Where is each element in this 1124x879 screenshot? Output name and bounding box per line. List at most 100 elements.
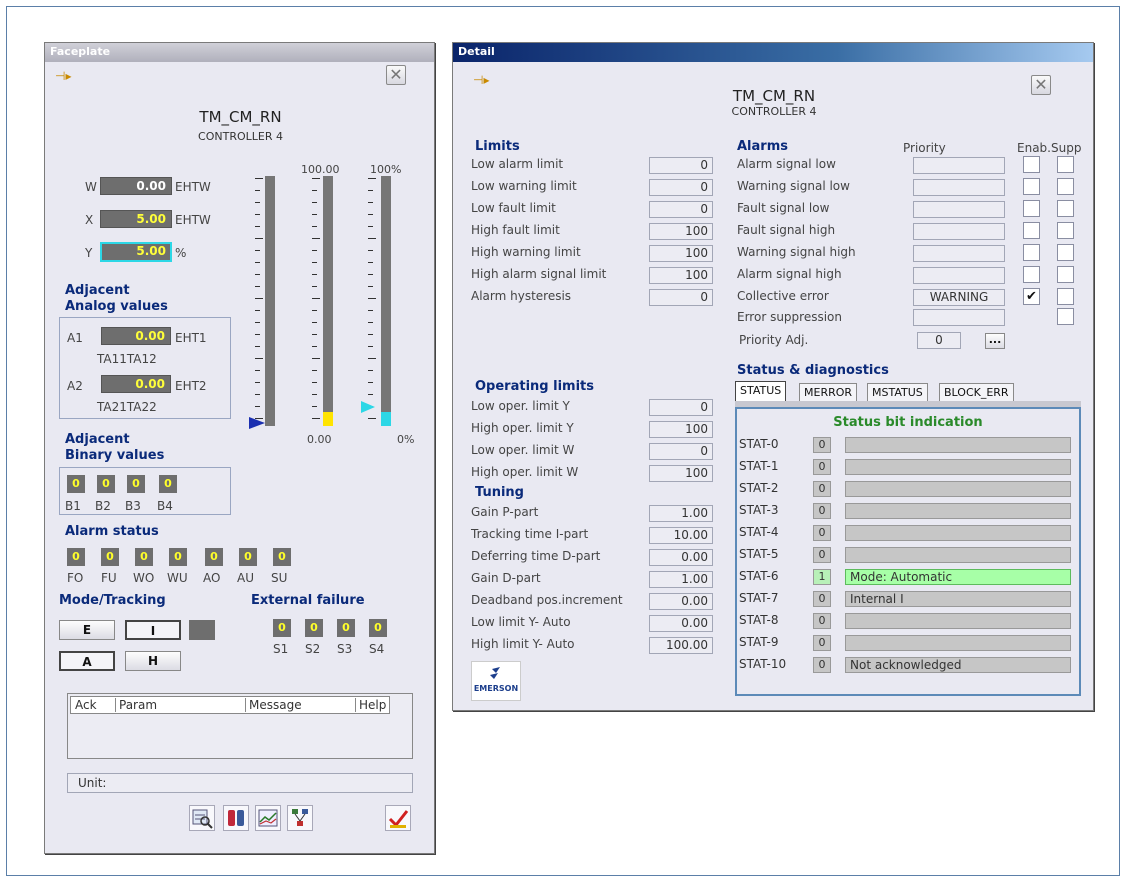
x-value[interactable]: 5.00 (100, 210, 172, 228)
alarm-bit[interactable]: 0 (205, 548, 223, 566)
limit-value[interactable]: 100 (649, 223, 713, 240)
tuning-value[interactable]: 1.00 (649, 505, 713, 522)
tuning-value[interactable]: 0.00 (649, 615, 713, 632)
col-ack[interactable]: Ack (75, 698, 97, 712)
alarm-enable-checkbox[interactable] (1023, 178, 1040, 195)
col-param[interactable]: Param (115, 698, 157, 712)
limits-title: Limits (475, 139, 520, 154)
alarm-suppress-checkbox[interactable] (1057, 178, 1074, 195)
alarm-suppress-checkbox[interactable] (1057, 156, 1074, 173)
cylinder-icon[interactable] (223, 805, 249, 831)
col-help[interactable]: Help (355, 698, 386, 712)
binary-bit[interactable]: 0 (97, 475, 115, 493)
alarm-suppress-checkbox[interactable] (1057, 266, 1074, 283)
a2-value[interactable]: 0.00 (101, 375, 171, 393)
w-value[interactable]: 0.00 (100, 177, 172, 195)
tuning-label: Gain P-part (471, 505, 539, 519)
alarm-row-label: Warning signal low (737, 179, 850, 193)
operating-limit-value[interactable]: 0 (649, 399, 713, 416)
tuning-value[interactable]: 0.00 (649, 549, 713, 566)
operating-limit-value[interactable]: 100 (649, 465, 713, 482)
tab-status[interactable]: STATUS (735, 381, 787, 401)
alarm-suppress-checkbox[interactable] (1057, 288, 1074, 305)
limit-value[interactable]: 100 (649, 245, 713, 262)
external-failure-bit[interactable]: 0 (305, 619, 323, 637)
mode-i-button[interactable]: I (125, 620, 181, 640)
error-suppression-priority[interactable] (913, 309, 1005, 326)
limit-value[interactable]: 0 (649, 157, 713, 174)
binary-bit[interactable]: 0 (67, 475, 85, 493)
trend-search-icon[interactable] (189, 805, 215, 831)
close-button[interactable]: ✕ (386, 65, 406, 85)
alarm-bit[interactable]: 0 (239, 548, 257, 566)
alarm-bit[interactable]: 0 (101, 548, 119, 566)
alarm-enable-checkbox[interactable] (1023, 266, 1040, 283)
tab-block-err[interactable]: BLOCK_ERR (939, 383, 1014, 403)
mode-e-button[interactable]: E (59, 620, 115, 640)
alarm-priority-field[interactable] (913, 245, 1005, 262)
y-value[interactable]: 5.00 (100, 242, 172, 262)
alarm-priority-field[interactable] (913, 157, 1005, 174)
alarm-bit[interactable]: 0 (273, 548, 291, 566)
limit-value[interactable]: 100 (649, 267, 713, 284)
binary-bit[interactable]: 0 (127, 475, 145, 493)
scale-tick (368, 322, 373, 323)
limit-value[interactable]: 0 (649, 179, 713, 196)
col-message[interactable]: Message (245, 698, 302, 712)
tuning-value[interactable]: 10.00 (649, 527, 713, 544)
mode-a-button[interactable]: A (59, 651, 115, 671)
alarm-bit[interactable]: 0 (67, 548, 85, 566)
alarm-suppress-checkbox[interactable] (1057, 222, 1074, 239)
tuning-value[interactable]: 1.00 (649, 571, 713, 588)
alarm-enable-checkbox[interactable]: ✔ (1023, 288, 1040, 305)
scale-tick (312, 262, 317, 263)
tab-merror[interactable]: MERROR (799, 383, 858, 403)
error-suppression-checkbox[interactable] (1057, 308, 1074, 325)
external-failure-bit[interactable]: 0 (337, 619, 355, 637)
network-icon[interactable] (287, 805, 313, 831)
mode-h-button[interactable]: H (125, 651, 181, 671)
scale-tick (255, 370, 260, 371)
alarm-priority-field[interactable] (913, 179, 1005, 196)
limit-value[interactable]: 0 (649, 289, 713, 306)
acknowledge-check-icon[interactable] (385, 805, 411, 831)
pin-icon[interactable]: ⊣▸ (55, 69, 71, 83)
external-failure-bit[interactable]: 0 (369, 619, 387, 637)
external-failure-label: S4 (369, 642, 385, 656)
tab-mstatus[interactable]: MSTATUS (867, 383, 928, 403)
alarm-priority-field[interactable] (913, 223, 1005, 240)
priority-adj-value[interactable]: 0 (917, 332, 961, 349)
alarm-enable-checkbox[interactable] (1023, 222, 1040, 239)
alarm-priority-field[interactable] (913, 267, 1005, 284)
alarm-enable-checkbox[interactable] (1023, 156, 1040, 173)
alarm-row-label: Alarm signal low (737, 157, 836, 171)
alarm-bit[interactable]: 0 (135, 548, 153, 566)
tuning-value[interactable]: 100.00 (649, 637, 713, 654)
a1-value[interactable]: 0.00 (101, 327, 171, 345)
operating-limit-value[interactable]: 0 (649, 443, 713, 460)
tuning-value[interactable]: 0.00 (649, 593, 713, 610)
alarm-bit[interactable]: 0 (169, 548, 187, 566)
priority-adj-button[interactable]: ... (985, 333, 1005, 349)
message-table[interactable]: Ack Param Message Help (67, 693, 413, 759)
external-failure-bit[interactable]: 0 (273, 619, 291, 637)
scale-tick (312, 310, 317, 311)
alarm-priority-field[interactable]: WARNING (913, 289, 1005, 306)
alarm-enable-checkbox[interactable] (1023, 244, 1040, 261)
alarm-suppress-checkbox[interactable] (1057, 244, 1074, 261)
chart-icon[interactable] (255, 805, 281, 831)
binary-bit[interactable]: 0 (159, 475, 177, 493)
pin-icon[interactable]: ⊣▸ (473, 73, 489, 87)
alarm-suppress-checkbox[interactable] (1057, 200, 1074, 217)
limit-label: Alarm hysteresis (471, 289, 572, 303)
w-label: W (85, 180, 97, 194)
scale-tick (368, 250, 373, 251)
alarm-enable-checkbox[interactable] (1023, 200, 1040, 217)
limit-value[interactable]: 0 (649, 201, 713, 218)
x-label: X (85, 213, 94, 227)
scale-tick (368, 274, 373, 275)
scale-tick (255, 226, 260, 227)
alarm-priority-field[interactable] (913, 201, 1005, 218)
scale-tick (255, 238, 263, 239)
operating-limit-value[interactable]: 100 (649, 421, 713, 438)
